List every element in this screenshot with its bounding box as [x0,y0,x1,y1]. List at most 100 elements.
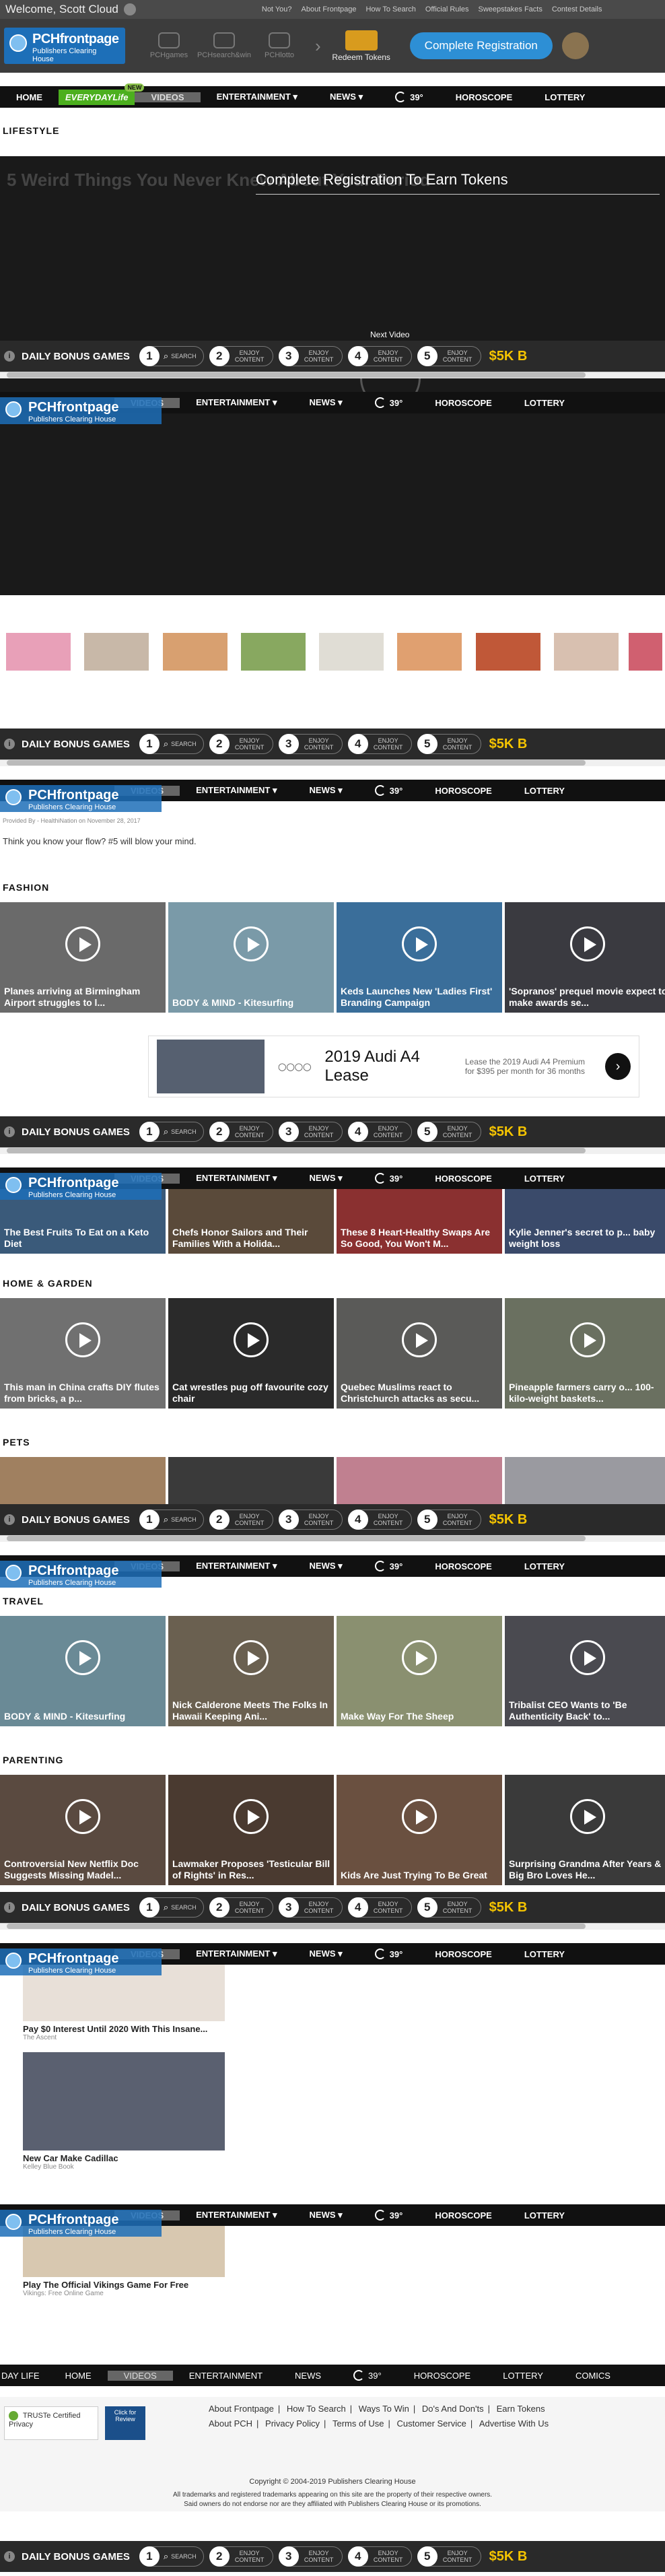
video-card[interactable]: BODY & MIND - Kitesurfing [0,1616,166,1726]
footer-link[interactable]: Customer Service [397,2418,466,2429]
lifestyle-thumb[interactable]: 5 Weird Things You Never Knew About Your… [3,633,74,710]
nav-weather[interactable]: 39° [359,1173,419,1184]
pch-search-win-nav[interactable]: PCHsearch&win [197,32,252,59]
footer-nav-comics[interactable]: COMICS [559,2371,627,2381]
footer-link[interactable]: Advertise With Us [479,2418,549,2429]
sticky-logo[interactable]: PCHfrontpage Publishers Clearing House [0,785,162,812]
bonus-step-4[interactable]: 4 ENJOY CONTENT [347,2546,412,2567]
nav-lottery[interactable]: LOTTERY [508,786,581,796]
chevron-right-icon[interactable]: › [605,1053,631,1080]
nav-weather[interactable]: 39° [359,785,419,796]
nav-horoscope[interactable]: HOROSCOPE [440,92,529,102]
lifestyle-thumb[interactable]: 11 Non-Starchy Vegetables for a Low-Carb… [238,633,309,710]
video-card[interactable]: Planes arriving at Birmingham Airport st… [0,902,166,1013]
bonus-step-1[interactable]: 1 ⌕ SEARCH [139,346,204,366]
nav-lottery[interactable]: LOTTERY [508,2210,581,2221]
bonus-step-3[interactable]: 3 ENJOY CONTENT [278,2546,343,2567]
video-card[interactable]: Kylie Jenner's secret to p... baby weigh… [505,1189,665,1254]
nav-lottery[interactable]: LOTTERY [508,1561,581,1571]
bonus-step-1[interactable]: 1 ⌕ SEARCH [139,2546,204,2567]
horizontal-scrollbar[interactable] [0,1535,665,1542]
video-card[interactable] [337,1457,502,1504]
info-icon[interactable]: i [4,739,15,749]
registration-overlay-text[interactable]: Complete Registration To Earn Tokens [256,171,660,195]
video-card[interactable]: Kids Are Just Trying To Be Great [337,1775,502,1885]
info-icon[interactable]: i [4,1126,15,1137]
nav-weather[interactable]: 39° [359,1948,419,1959]
bonus-step-1[interactable]: 1 ⌕ SEARCH [139,1122,204,1142]
nav-weather[interactable]: 39° [359,397,419,408]
lifestyle-thumb[interactable]: Healthy Breakfast Cereal: 4 Rules for... [551,633,622,710]
nav-entertainment[interactable]: ENTERTAINMENT ▾ [180,1173,293,1184]
nav-news[interactable]: NEWS ▾ [293,785,359,796]
bonus-step-2[interactable]: 2 ENJOY CONTENT [209,1510,273,1530]
nav-horoscope[interactable]: HOROSCOPE [419,2210,508,2221]
footer-nav-home[interactable]: HOME [49,2371,108,2381]
footer-link[interactable]: How To Search [287,2404,346,2414]
sweepstakes-facts-link[interactable]: Sweepstakes Facts [478,5,542,13]
sponsored-item[interactable]: New Car Make Cadillac Kelley Blue Book [23,2052,225,2171]
horizontal-scrollbar[interactable] [0,759,665,766]
bonus-step-5[interactable]: 5 ENJOY CONTENT [417,1510,481,1530]
footer-nav-news[interactable]: NEWS [279,2371,337,2381]
avatar[interactable] [123,3,136,15]
official-rules-link[interactable]: Official Rules [425,5,469,13]
video-card[interactable]: Cat wrestles pug off favourite cozy chai… [168,1298,334,1409]
bonus-step-5[interactable]: 5 ENJOY CONTENT [417,346,481,366]
video-card[interactable]: These 8 Heart-Healthy Swaps Are So Good,… [337,1189,502,1254]
video-card[interactable]: BODY & MIND - Kitesurfing [168,902,334,1013]
pch-games-nav[interactable]: PCHgames [141,32,197,59]
nav-lottery[interactable]: LOTTERY [528,92,601,102]
sticky-logo[interactable]: PCHfrontpage Publishers Clearing House [0,1173,162,1200]
video-card[interactable]: This man in China crafts DIY flutes from… [0,1298,166,1409]
bonus-step-5[interactable]: 5 ENJOY CONTENT [417,1897,481,1918]
sticky-logo[interactable]: PCHfrontpage Publishers Clearing House [0,1948,162,1975]
nav-entertainment[interactable]: ENTERTAINMENT ▾ [180,397,293,408]
lifestyle-thumb[interactable]: 6 Rules to Make Your Daily Coffee Health… [473,633,544,710]
bonus-step-2[interactable]: 2 ENJOY CONTENT [209,734,273,754]
nav-horoscope[interactable]: HOROSCOPE [419,1561,508,1571]
bonus-step-1[interactable]: 1 ⌕ SEARCH [139,1897,204,1918]
next-video-label[interactable]: Next Video [370,330,409,339]
lifestyle-thumb[interactable]: 7 Foods Not to Eat When Constipated [160,633,231,710]
bonus-step-5[interactable]: 5 ENJOY CONTENT [417,734,481,754]
bonus-step-5[interactable]: 5 ENJOY CONTENT [417,2546,481,2567]
sticky-logo[interactable]: PCHfrontpage Publishers Clearing House [0,397,162,424]
nav-weather[interactable]: 39° [379,92,440,102]
nav-lottery[interactable]: LOTTERY [508,1949,581,1959]
horizontal-scrollbar[interactable] [0,1147,665,1154]
footer-nav-lottery[interactable]: LOTTERY [487,2371,559,2381]
bonus-step-2[interactable]: 2 ENJOY CONTENT [209,1897,273,1918]
bonus-step-5[interactable]: 5 ENJOY CONTENT [417,1122,481,1142]
video-card[interactable]: Lawmaker Proposes 'Testicular Bill of Ri… [168,1775,334,1885]
truste-badge[interactable]: TRUSTe Certified Privacy [4,2406,98,2440]
nav-home[interactable]: HOME [0,92,59,102]
audi-ad[interactable]: ◯◯◯◯ 2019 Audi A4 Lease Lease the 2019 A… [148,1036,639,1097]
nav-weather[interactable]: 39° [359,2210,419,2221]
complete-registration-button[interactable]: Complete Registration [409,32,553,59]
bonus-step-4[interactable]: 4 ENJOY CONTENT [347,346,412,366]
nav-entertainment[interactable]: ENTERTAINMENT ▾ [180,1561,293,1571]
bonus-step-4[interactable]: 4 ENJOY CONTENT [347,1897,412,1918]
footer-link[interactable]: About Frontpage [209,2404,274,2414]
footer-nav-weather[interactable]: 39° [337,2370,398,2381]
lifestyle-thumb[interactable]: 9 Ways to Spruce Up Your Daily Yogurt Ha… [394,633,465,710]
nav-weather[interactable]: 39° [359,1561,419,1571]
about-frontpage-link[interactable]: About Frontpage [302,5,357,13]
nav-entertainment[interactable]: ENTERTAINMENT ▾ [180,1948,293,1959]
nav-videos[interactable]: VIDEOS [135,92,201,102]
redeem-tokens-button[interactable]: Redeem Tokens [329,30,394,62]
video-card[interactable]: Chefs Honor Sailors and Their Families W… [168,1189,334,1254]
nav-news[interactable]: NEWS ▾ [293,1561,359,1571]
bonus-step-1[interactable]: 1 ⌕ SEARCH [139,734,204,754]
nav-entertainment[interactable]: ENTERTAINMENT ▾ [180,785,293,796]
video-card[interactable] [168,1457,334,1504]
nav-entertainment[interactable]: ENTERTAINMENT ▾ [201,92,314,102]
bonus-step-2[interactable]: 2 ENJOY CONTENT [209,2546,273,2567]
bonus-step-2[interactable]: 2 ENJOY CONTENT [209,1122,273,1142]
video-card[interactable]: Make Way For The Sheep [337,1616,502,1726]
video-card[interactable]: Surprising Grandma After Years & Big Bro… [505,1775,665,1885]
nav-horoscope[interactable]: HOROSCOPE [419,1949,508,1959]
how-to-search-link[interactable]: How To Search [365,5,415,13]
bonus-step-2[interactable]: 2 ENJOY CONTENT [209,346,273,366]
